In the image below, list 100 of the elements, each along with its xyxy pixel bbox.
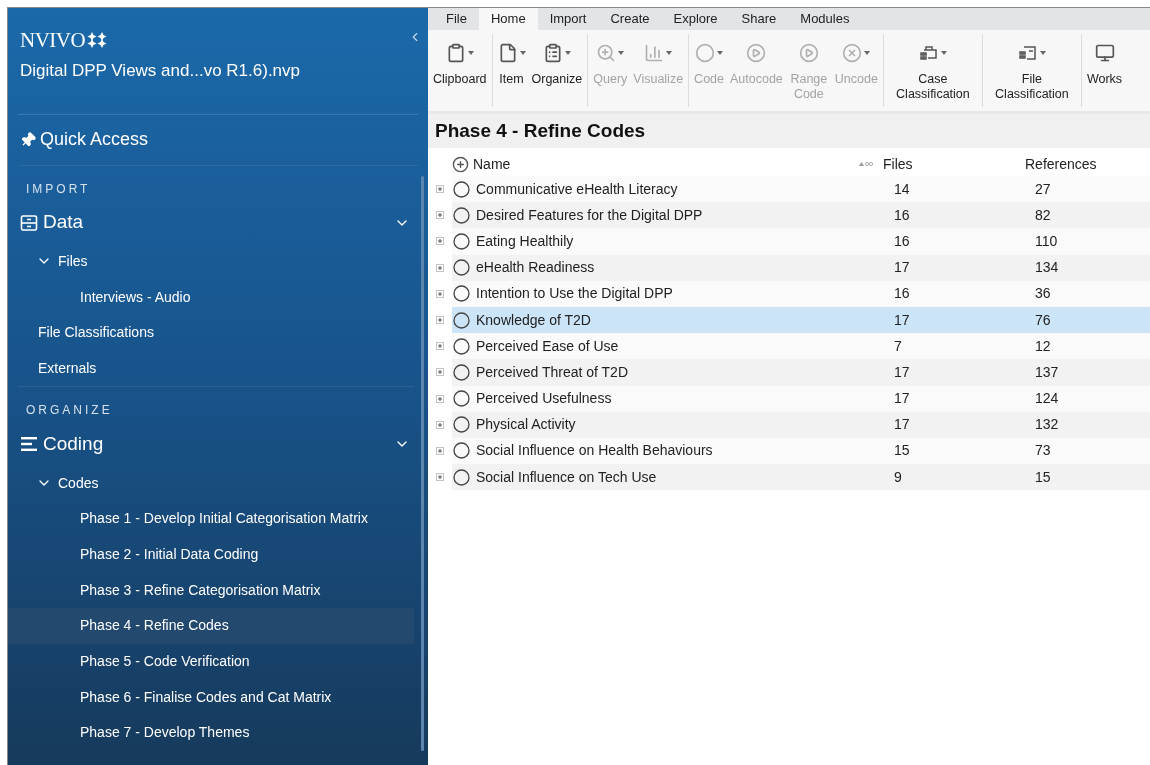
table-cell-text: 27 <box>1035 179 1051 199</box>
table-row[interactable]: Perceived Threat of T2D 17 137 <box>452 359 1150 386</box>
table-cell-text: 110 <box>1035 231 1058 251</box>
expand-icon[interactable] <box>436 446 444 455</box>
ribbon-button[interactable]: Clipboard <box>431 34 489 107</box>
project-name: Digital DPP Views and...vo R1.6).nvp <box>19 60 301 82</box>
table-row[interactable]: Social Influence on Tech Use 9 15 <box>452 464 1150 491</box>
nav-item[interactable]: File Classifications <box>8 314 414 351</box>
table-row[interactable]: Desired Features for the Digital DPP 16 82 <box>452 202 1150 229</box>
column-header[interactable]: Name <box>473 153 859 175</box>
table-row[interactable]: Intention to Use the Digital DPP 16 36 <box>452 280 1150 307</box>
ribbon-button[interactable]: Organize <box>529 34 585 107</box>
expand-icon[interactable] <box>436 368 444 377</box>
caret-icon <box>564 51 571 55</box>
caret-icon <box>864 51 871 55</box>
table-cell-text: Social Influence on Tech Use <box>476 467 658 487</box>
table-cell-text: Physical Activity <box>476 415 577 435</box>
node-icon <box>453 442 470 460</box>
nav-item[interactable]: Externals <box>8 350 414 387</box>
ribbon-tab[interactable]: Create <box>598 8 662 30</box>
drawer-icon <box>20 213 38 232</box>
column-header[interactable]: Files <box>883 153 1025 175</box>
expand-icon[interactable] <box>436 263 444 272</box>
node-icon <box>453 285 470 303</box>
nav-item[interactable]: Phase 6 - Finalise Codes and Cat Matrix <box>8 679 414 716</box>
nav-group[interactable]: Data <box>8 201 414 244</box>
sparkle-icon <box>87 32 108 48</box>
table-cell-text: eHealth Readiness <box>476 258 596 278</box>
expand-icon[interactable] <box>436 289 444 298</box>
caret-icon <box>519 51 526 55</box>
node-icon <box>453 363 470 381</box>
node-icon <box>453 390 470 408</box>
circle-icon <box>695 43 716 63</box>
node-icon <box>453 259 470 277</box>
caret-icon <box>940 51 947 55</box>
column-header[interactable]: References <box>1025 153 1097 175</box>
expand-icon[interactable] <box>436 473 444 482</box>
table-cell-text: Eating Healthily <box>476 231 575 251</box>
table-cell-text: Perceived Threat of T2D <box>476 362 629 382</box>
bar-chart-icon <box>644 43 665 63</box>
table-row[interactable]: Social Influence on Health Behaviours 15 73 <box>452 437 1150 465</box>
table-row[interactable]: Eating Healthily 16 110 <box>452 228 1150 255</box>
ribbon-button[interactable]: Item <box>495 34 528 107</box>
nav-group[interactable]: Coding <box>8 423 414 466</box>
ribbon-tab[interactable]: Import <box>537 8 599 30</box>
table-cell-text: 17 <box>894 362 911 382</box>
table-cell-text: 16 <box>894 231 911 251</box>
classification-icon <box>1017 43 1038 63</box>
expand-icon[interactable] <box>436 185 444 194</box>
table-cell-text: 124 <box>1035 389 1059 409</box>
nav-item[interactable]: Interviews - Audio <box>8 279 414 315</box>
nav-item[interactable]: Phase 5 - Code Verification <box>8 643 414 680</box>
table-row[interactable]: Knowledge of T2D 17 76 <box>452 306 1150 334</box>
table-cell-text: 82 <box>1035 205 1051 225</box>
sort-icon[interactable] <box>859 161 873 167</box>
table-cell-text: 16 <box>894 284 911 304</box>
ribbon-tab[interactable]: Modules <box>788 8 862 30</box>
nav-item[interactable]: Phase 4 - Refine Codes <box>8 608 414 644</box>
table-cell-text: 17 <box>894 389 911 409</box>
scrollbar[interactable] <box>421 176 424 751</box>
table-row[interactable]: eHealth Readiness 17 134 <box>452 254 1150 281</box>
expand-icon[interactable] <box>436 342 444 351</box>
expand-icon[interactable] <box>436 211 444 220</box>
nav-item[interactable]: Phase 2 - Initial Data Coding <box>8 536 414 573</box>
table-row[interactable]: Communicative eHealth Literacy 14 27 <box>452 176 1150 203</box>
ribbon-button[interactable]: File Classification <box>985 34 1078 107</box>
nav-item[interactable]: Files <box>8 243 414 280</box>
expand-icon[interactable] <box>436 420 444 429</box>
ribbon-tab[interactable]: File <box>434 8 479 30</box>
node-icon <box>453 416 470 434</box>
ribbon-button[interactable]: Case Classification <box>886 34 979 107</box>
nav-item[interactable]: Phase 3 - Refine Categorisation Matrix <box>8 572 414 608</box>
table-cell-text: 134 <box>1035 258 1059 278</box>
node-icon <box>453 180 470 198</box>
table-cell-text: Perceived Ease of Use <box>476 336 620 356</box>
monitor-icon <box>1094 43 1115 63</box>
table-cell-text: Perceived Usefulness <box>476 389 613 409</box>
node-icon <box>453 311 470 329</box>
table-row[interactable]: Perceived Usefulness 17 124 <box>452 385 1150 412</box>
section-heading: IMPORT <box>25 180 91 198</box>
ribbon-tab[interactable]: Home <box>478 8 538 30</box>
table-cell-text: Knowledge of T2D <box>476 310 592 330</box>
expand-icon[interactable] <box>436 316 444 325</box>
table-cell-text: 12 <box>1035 336 1051 356</box>
ribbon-tab[interactable]: Explore <box>661 8 730 30</box>
nav-item[interactable]: Phase 7 - Develop Themes <box>8 715 414 751</box>
ribbon-button[interactable]: Works <box>1084 34 1125 107</box>
add-column-icon[interactable] <box>452 155 469 173</box>
caret-icon <box>618 51 625 55</box>
table-row[interactable]: Physical Activity 17 132 <box>452 411 1150 438</box>
expand-icon[interactable] <box>436 237 444 246</box>
table-cell-text: 17 <box>894 415 911 435</box>
table-cell-text: 9 <box>894 467 903 487</box>
table-cell-text: Intention to Use the Digital DPP <box>476 284 674 304</box>
nav-item[interactable]: Phase 1 - Develop Initial Categorisation Matrix <box>8 500 414 537</box>
quick-access-item[interactable]: Quick Access <box>8 114 428 165</box>
table-row[interactable]: Perceived Ease of Use 7 12 <box>452 333 1150 360</box>
ribbon-tab[interactable]: Share <box>729 8 789 30</box>
nav-item[interactable]: Codes <box>8 465 414 501</box>
expand-icon[interactable] <box>436 394 444 403</box>
